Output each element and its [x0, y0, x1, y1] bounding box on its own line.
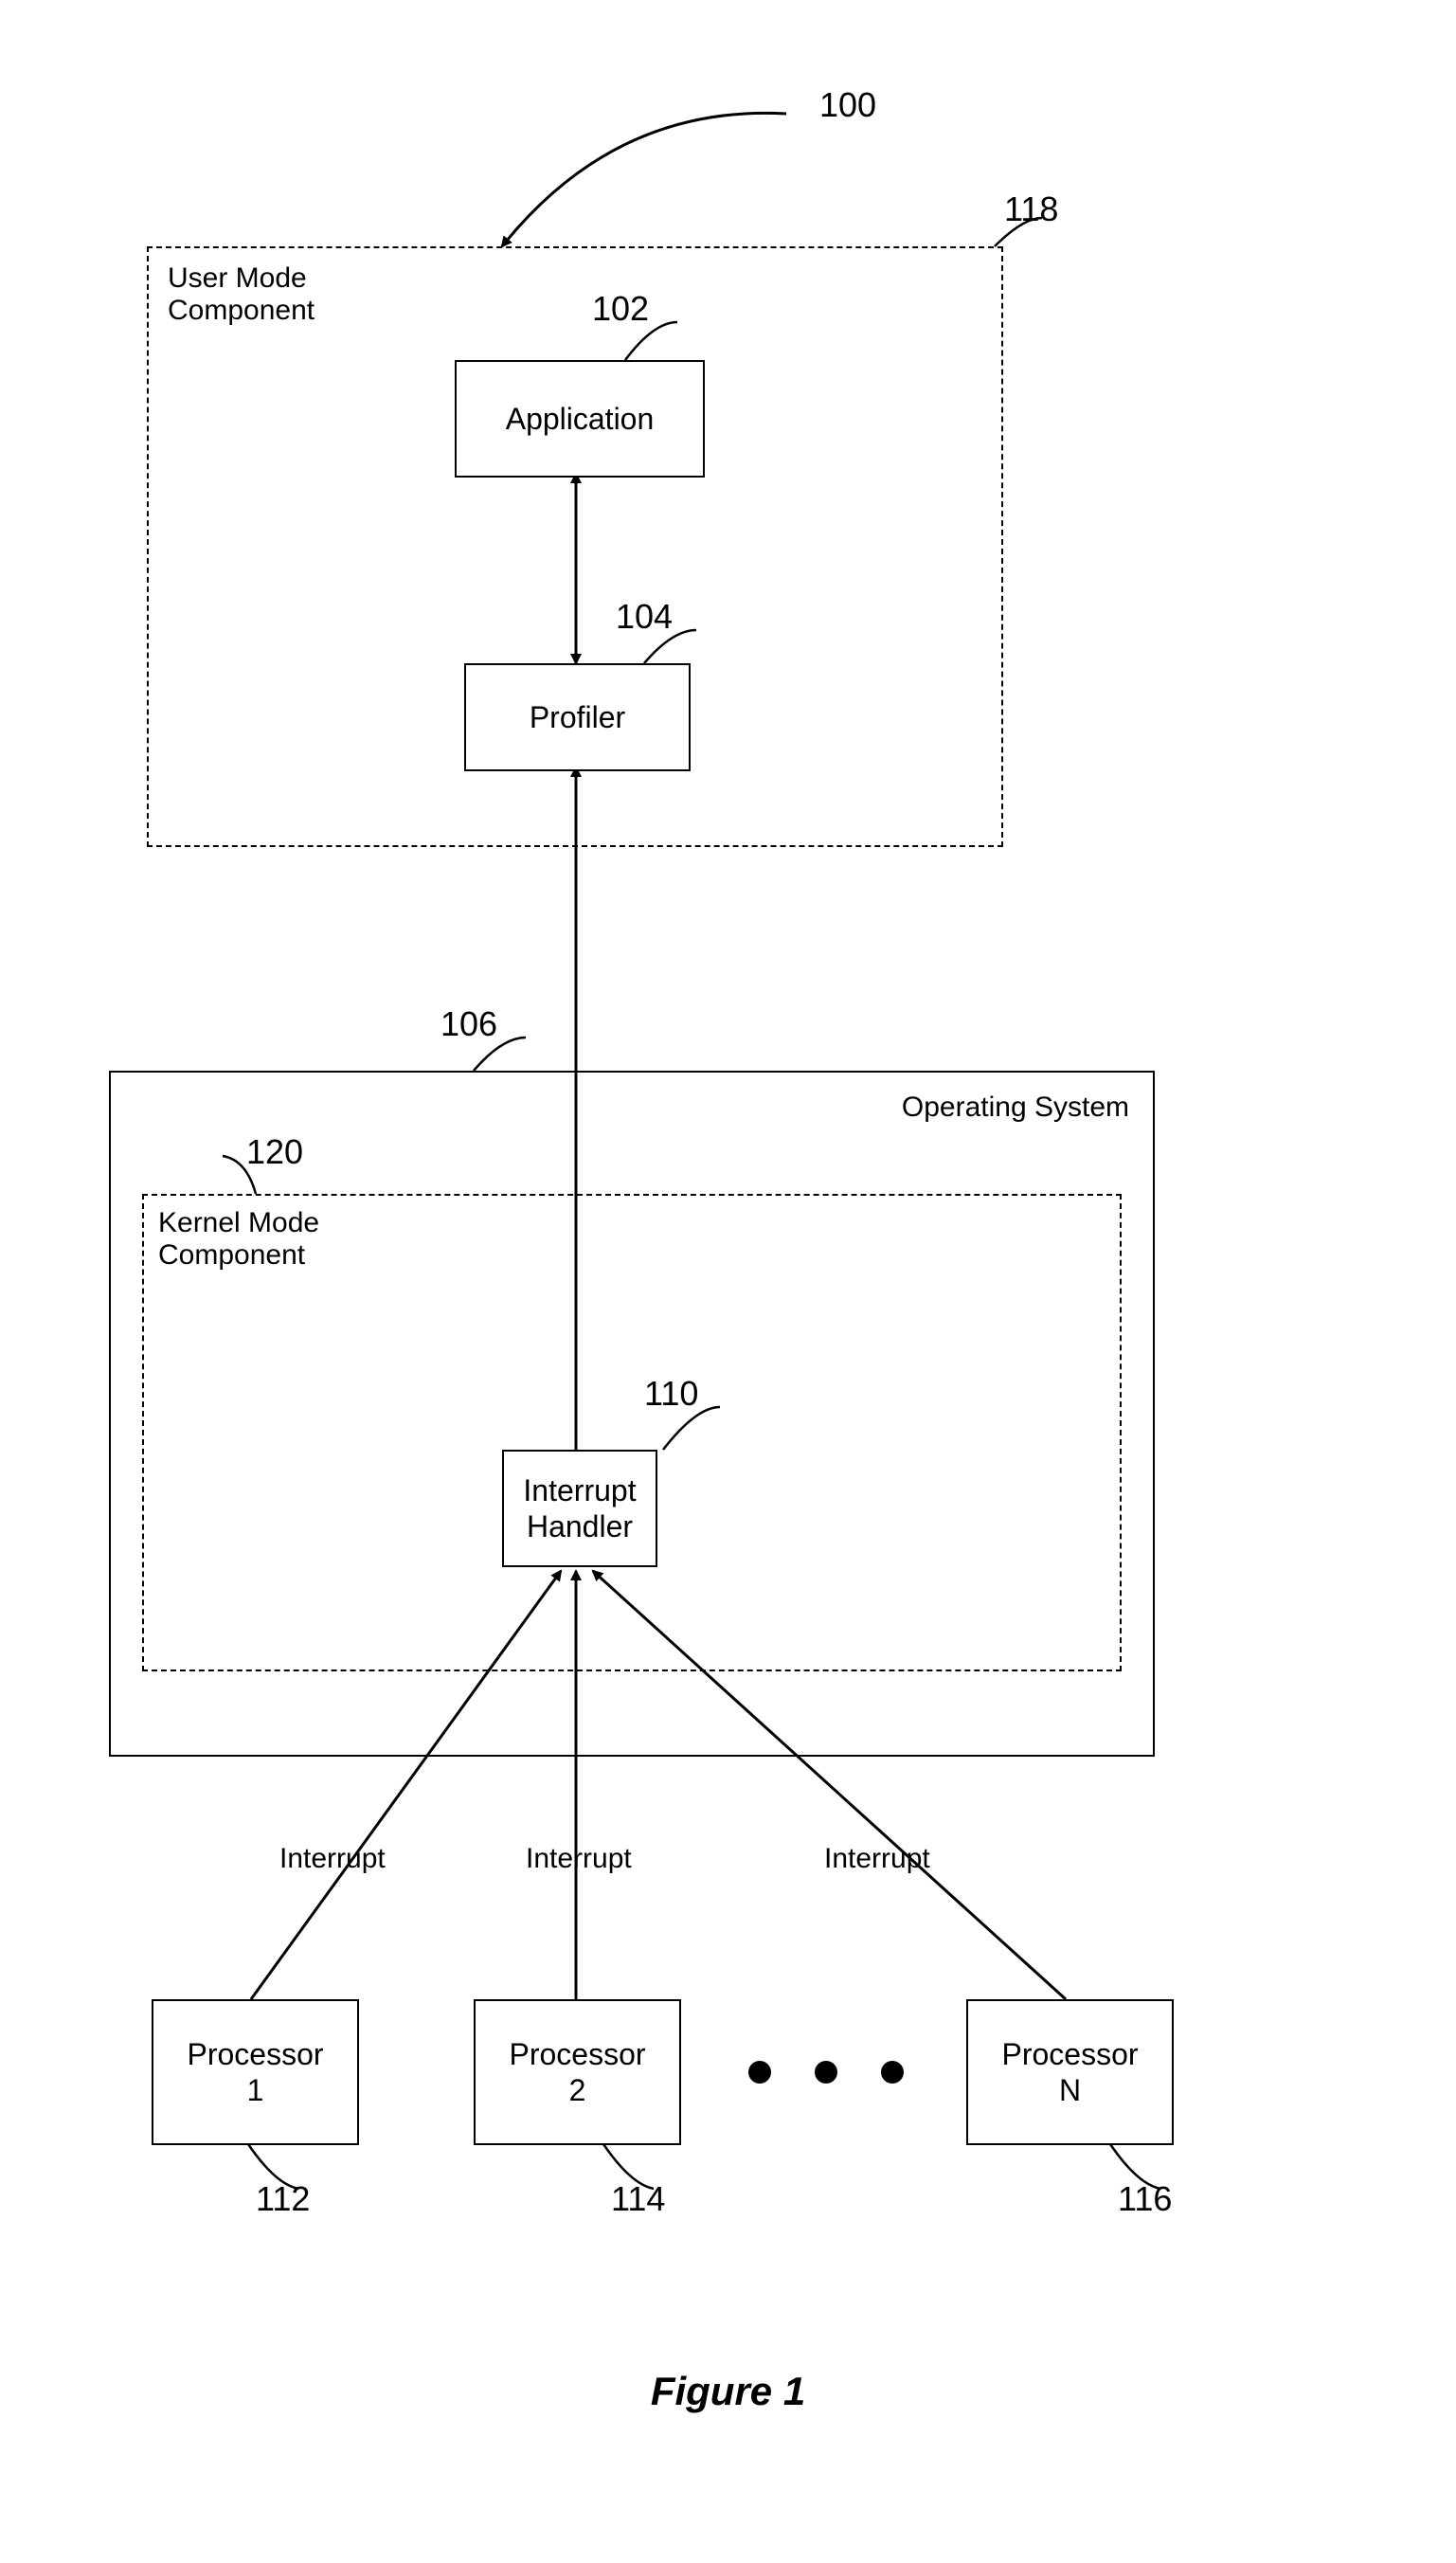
application-box: Application [455, 360, 705, 478]
ref-label-100: 100 [819, 85, 876, 125]
interrupt-label-2: Interrupt [526, 1843, 632, 1875]
kernel-mode-box: Kernel Mode Component [142, 1194, 1122, 1671]
profiler-text: Profiler [530, 699, 625, 735]
interrupt-handler-text: Interrupt Handler [523, 1472, 636, 1545]
profiler-box: Profiler [464, 663, 691, 771]
ref-label-102: 102 [592, 289, 649, 329]
ref-label-110: 110 [644, 1374, 698, 1414]
interrupt-label-3: Interrupt [824, 1843, 930, 1875]
processor-n-box: Processor N [966, 1999, 1174, 2145]
interrupt-label-1: Interrupt [279, 1843, 386, 1875]
kernel-mode-label: Kernel Mode Component [158, 1207, 319, 1272]
ellipsis-dot [815, 2061, 837, 2084]
ref-label-116: 116 [1118, 2179, 1172, 2219]
ref-label-118: 118 [1004, 190, 1058, 229]
ref-label-114: 114 [611, 2179, 665, 2219]
processor-1-text: Processor 1 [187, 2036, 323, 2109]
ellipsis-dot [748, 2061, 771, 2084]
processor-1-box: Processor 1 [152, 1999, 359, 2145]
figure-canvas: 100 User Mode Component 118 Application … [0, 0, 1456, 2563]
processor-n-text: Processor N [1001, 2036, 1138, 2109]
ref-label-104: 104 [616, 597, 673, 637]
processor-2-text: Processor 2 [509, 2036, 645, 2109]
processor-2-box: Processor 2 [474, 1999, 681, 2145]
ellipsis-dot [881, 2061, 904, 2084]
interrupt-handler-box: Interrupt Handler [502, 1450, 657, 1567]
ref-label-106: 106 [440, 1004, 497, 1044]
ref-label-112: 112 [256, 2179, 310, 2219]
operating-system-label: Operating System [902, 1092, 1129, 1124]
ref-label-120: 120 [246, 1132, 303, 1172]
application-text: Application [506, 401, 655, 437]
user-mode-label: User Mode Component [168, 262, 315, 327]
figure-caption: Figure 1 [0, 2369, 1456, 2414]
